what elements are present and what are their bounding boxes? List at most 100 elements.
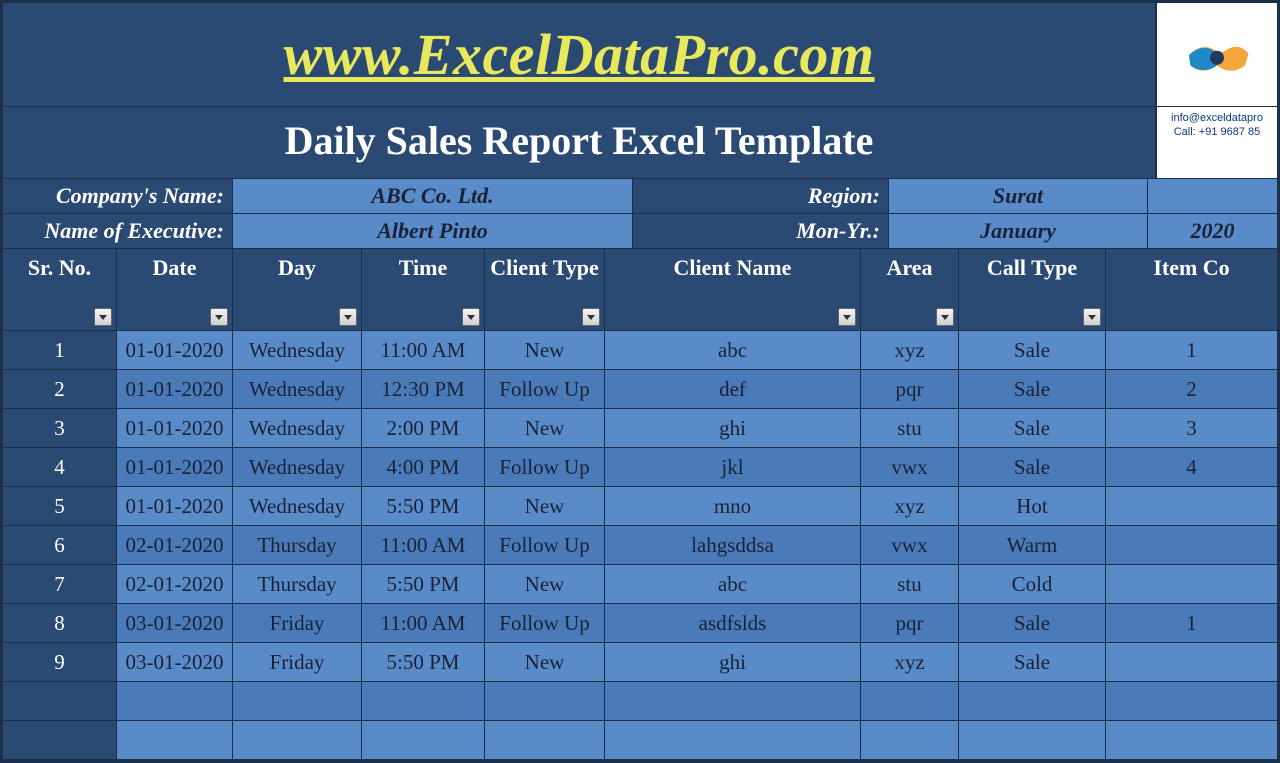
cell-date[interactable]: 01-01-2020 — [117, 448, 233, 486]
filter-button[interactable] — [210, 308, 228, 326]
cell-call-type[interactable] — [959, 721, 1106, 759]
cell-call-type[interactable]: Sale — [959, 370, 1106, 408]
cell-item-code[interactable]: 3 — [1106, 409, 1277, 447]
filter-button[interactable] — [339, 308, 357, 326]
cell-area[interactable]: xyz — [861, 643, 959, 681]
cell-time[interactable]: 2:00 PM — [362, 409, 485, 447]
cell-client-type[interactable]: Follow Up — [485, 604, 605, 642]
cell-item-code[interactable]: 4 — [1106, 448, 1277, 486]
cell-area[interactable]: vwx — [861, 526, 959, 564]
cell-client-type[interactable]: New — [485, 331, 605, 369]
filter-button[interactable] — [936, 308, 954, 326]
cell-date[interactable]: 03-01-2020 — [117, 604, 233, 642]
cell-srno[interactable]: 2 — [3, 370, 117, 408]
cell-time[interactable] — [362, 721, 485, 759]
month-value[interactable]: January — [889, 214, 1148, 248]
cell-srno[interactable]: 1 — [3, 331, 117, 369]
cell-time[interactable]: 11:00 AM — [362, 331, 485, 369]
cell-date[interactable]: 01-01-2020 — [117, 409, 233, 447]
cell-date[interactable]: 02-01-2020 — [117, 565, 233, 603]
cell-time[interactable]: 11:00 AM — [362, 604, 485, 642]
cell-client-type[interactable]: New — [485, 487, 605, 525]
cell-date[interactable]: 01-01-2020 — [117, 487, 233, 525]
cell-area[interactable]: vwx — [861, 448, 959, 486]
cell-date[interactable]: 01-01-2020 — [117, 370, 233, 408]
cell-time[interactable]: 5:50 PM — [362, 643, 485, 681]
filter-button[interactable] — [582, 308, 600, 326]
cell-day[interactable]: Wednesday — [233, 448, 362, 486]
cell-call-type[interactable]: Sale — [959, 331, 1106, 369]
cell-date[interactable]: 01-01-2020 — [117, 331, 233, 369]
cell-call-type[interactable]: Warm — [959, 526, 1106, 564]
cell-time[interactable]: 5:50 PM — [362, 487, 485, 525]
cell-date[interactable]: 03-01-2020 — [117, 643, 233, 681]
cell-time[interactable]: 5:50 PM — [362, 565, 485, 603]
cell-srno[interactable]: 6 — [3, 526, 117, 564]
cell-day[interactable] — [233, 682, 362, 720]
cell-day[interactable]: Wednesday — [233, 370, 362, 408]
cell-item-code[interactable] — [1106, 643, 1277, 681]
cell-time[interactable]: 12:30 PM — [362, 370, 485, 408]
cell-call-type[interactable]: Sale — [959, 604, 1106, 642]
filter-button[interactable] — [94, 308, 112, 326]
cell-srno[interactable]: 3 — [3, 409, 117, 447]
cell-srno[interactable] — [3, 721, 117, 759]
cell-day[interactable]: Friday — [233, 643, 362, 681]
cell-client-type[interactable] — [485, 682, 605, 720]
cell-area[interactable]: xyz — [861, 487, 959, 525]
cell-client-name[interactable]: abc — [605, 565, 861, 603]
cell-item-code[interactable] — [1106, 565, 1277, 603]
cell-item-code[interactable]: 1 — [1106, 604, 1277, 642]
cell-client-name[interactable]: ghi — [605, 643, 861, 681]
cell-client-type[interactable]: Follow Up — [485, 526, 605, 564]
company-value[interactable]: ABC Co. Ltd. — [233, 179, 633, 213]
cell-day[interactable]: Thursday — [233, 526, 362, 564]
cell-call-type[interactable]: Cold — [959, 565, 1106, 603]
cell-day[interactable]: Wednesday — [233, 409, 362, 447]
cell-item-code[interactable] — [1106, 526, 1277, 564]
cell-client-name[interactable]: mno — [605, 487, 861, 525]
cell-client-name[interactable] — [605, 682, 861, 720]
cell-call-type[interactable]: Sale — [959, 643, 1106, 681]
filter-button[interactable] — [462, 308, 480, 326]
cell-day[interactable]: Wednesday — [233, 331, 362, 369]
cell-time[interactable]: 11:00 AM — [362, 526, 485, 564]
cell-client-type[interactable]: Follow Up — [485, 448, 605, 486]
cell-client-name[interactable]: lahgsddsa — [605, 526, 861, 564]
cell-area[interactable]: pqr — [861, 604, 959, 642]
cell-srno[interactable]: 7 — [3, 565, 117, 603]
cell-srno[interactable]: 8 — [3, 604, 117, 642]
cell-call-type[interactable]: Hot — [959, 487, 1106, 525]
cell-time[interactable] — [362, 682, 485, 720]
cell-day[interactable]: Wednesday — [233, 487, 362, 525]
cell-client-name[interactable]: asdfslds — [605, 604, 861, 642]
cell-day[interactable]: Thursday — [233, 565, 362, 603]
cell-srno[interactable]: 4 — [3, 448, 117, 486]
cell-item-code[interactable] — [1106, 487, 1277, 525]
cell-client-name[interactable] — [605, 721, 861, 759]
region-value[interactable]: Surat — [889, 179, 1148, 213]
cell-day[interactable] — [233, 721, 362, 759]
cell-item-code[interactable]: 2 — [1106, 370, 1277, 408]
cell-time[interactable]: 4:00 PM — [362, 448, 485, 486]
cell-date[interactable] — [117, 682, 233, 720]
cell-item-code[interactable] — [1106, 721, 1277, 759]
cell-date[interactable]: 02-01-2020 — [117, 526, 233, 564]
website-url[interactable]: www.ExcelDataPro.com — [3, 3, 1155, 106]
year-value[interactable]: 2020 — [1148, 214, 1277, 248]
cell-date[interactable] — [117, 721, 233, 759]
cell-call-type[interactable]: Sale — [959, 409, 1106, 447]
cell-call-type[interactable]: Sale — [959, 448, 1106, 486]
cell-area[interactable]: stu — [861, 565, 959, 603]
cell-item-code[interactable] — [1106, 682, 1277, 720]
cell-srno[interactable]: 5 — [3, 487, 117, 525]
cell-client-type[interactable]: New — [485, 565, 605, 603]
cell-call-type[interactable] — [959, 682, 1106, 720]
cell-area[interactable] — [861, 721, 959, 759]
cell-client-name[interactable]: jkl — [605, 448, 861, 486]
cell-client-type[interactable]: New — [485, 409, 605, 447]
cell-area[interactable]: pqr — [861, 370, 959, 408]
filter-button[interactable] — [838, 308, 856, 326]
cell-client-type[interactable] — [485, 721, 605, 759]
cell-client-type[interactable]: Follow Up — [485, 370, 605, 408]
